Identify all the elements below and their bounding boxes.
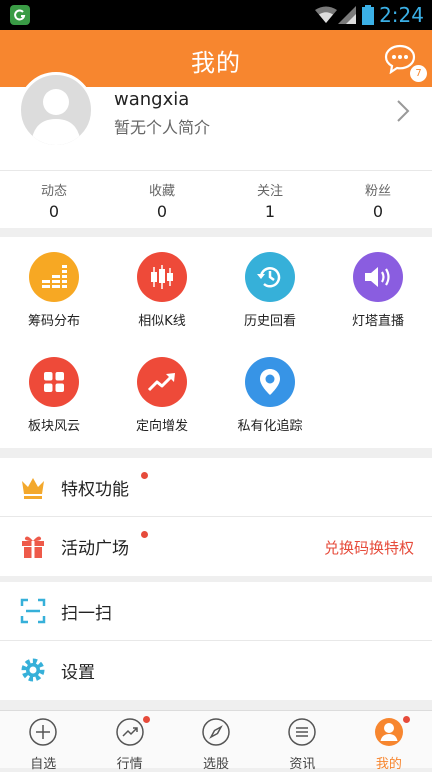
status-time: 2:24 xyxy=(379,3,424,27)
tool-label: 定向增发 xyxy=(135,419,188,434)
tab-mine[interactable]: 我的 xyxy=(346,711,432,772)
profile-bio: 暂无个人简介 xyxy=(114,118,211,137)
tool-label: 历史回看 xyxy=(243,314,296,329)
stat-following[interactable]: 关注 1 xyxy=(216,171,324,228)
menu-item-settings[interactable]: 设置 xyxy=(0,641,432,700)
notification-dot xyxy=(143,716,151,723)
menu-item-scan[interactable]: 扫一扫 xyxy=(0,582,432,641)
candlestick-icon xyxy=(137,252,187,302)
stat-value: 0 xyxy=(48,202,60,221)
tab-watchlist[interactable]: 自选 xyxy=(0,711,86,772)
notification-dot xyxy=(141,531,148,538)
stat-value: 0 xyxy=(156,202,168,221)
default-avatar-icon xyxy=(31,89,81,145)
tool-label: 相似K线 xyxy=(138,314,186,329)
bottom-tab-bar: 自选 行情 选股 资讯 我的 xyxy=(0,710,432,772)
stat-value: 1 xyxy=(264,202,276,221)
notification-dot xyxy=(141,472,148,479)
stat-posts[interactable]: 动态 0 xyxy=(0,171,108,228)
gift-icon xyxy=(22,536,44,558)
tab-stock-picker[interactable]: 选股 xyxy=(173,711,259,772)
tool-sector[interactable]: 板块风云 xyxy=(0,357,108,434)
stat-followers[interactable]: 粉丝 0 xyxy=(324,171,432,228)
history-icon xyxy=(245,252,295,302)
tool-label: 筹码分布 xyxy=(27,314,80,329)
tool-lighthouse-live[interactable]: 灯塔直播 xyxy=(324,252,432,329)
plus-circle-icon xyxy=(29,718,57,746)
chevron-right-icon xyxy=(397,100,410,122)
scan-icon xyxy=(20,598,46,624)
menu-item-label: 活动广场 xyxy=(61,539,129,559)
menu-item-label: 特权功能 xyxy=(61,480,129,500)
tool-label: 灯塔直播 xyxy=(351,314,404,329)
grid-blocks-icon xyxy=(29,357,79,407)
tab-label: 自选 xyxy=(30,757,57,772)
stat-label: 动态 xyxy=(40,184,67,199)
trend-icon xyxy=(115,718,144,746)
tab-label: 选股 xyxy=(203,757,230,772)
tab-news[interactable]: 资讯 xyxy=(259,711,345,772)
profile-card[interactable]: wangxia 暂无个人简介 xyxy=(0,72,432,170)
avatar[interactable] xyxy=(18,72,94,148)
chip-distribution-icon xyxy=(29,252,79,302)
tool-grid: 筹码分布 相似K线 历史回看 灯塔直播 板块风云 定向增发 私有化追踪 xyxy=(0,237,432,448)
tool-similar-kline[interactable]: 相似K线 xyxy=(108,252,216,329)
tool-chip-distribution[interactable]: 筹码分布 xyxy=(0,252,108,329)
news-list-icon xyxy=(288,718,317,746)
trend-up-icon xyxy=(137,357,187,407)
menu-item-label: 扫一扫 xyxy=(61,604,112,624)
speaker-icon xyxy=(353,252,403,302)
stat-label: 关注 xyxy=(256,184,283,199)
stat-value: 0 xyxy=(372,202,384,221)
menu-item-activity-plaza[interactable]: 活动广场 兑换码换特权 xyxy=(0,517,432,576)
tab-label: 资讯 xyxy=(289,757,316,772)
stat-label: 收藏 xyxy=(148,184,175,199)
stat-label: 粉丝 xyxy=(364,184,391,199)
menu-item-label: 设置 xyxy=(61,663,95,683)
app-notification-icon xyxy=(10,5,30,25)
menu-section-tools: 扫一扫 设置 xyxy=(0,582,432,700)
menu-item-privileges[interactable]: 特权功能 xyxy=(0,458,432,517)
tool-label: 板块风云 xyxy=(27,419,80,434)
crown-icon xyxy=(22,478,44,499)
tool-history[interactable]: 历史回看 xyxy=(216,252,324,329)
tool-label: 私有化追踪 xyxy=(237,419,303,434)
signal-icon xyxy=(338,6,356,24)
settings-gear-icon xyxy=(21,658,45,682)
profile-icon xyxy=(374,718,403,746)
profile-stats: 动态 0 收藏 0 关注 1 粉丝 0 xyxy=(0,170,432,228)
redeem-code-link[interactable]: 兑换码换特权 xyxy=(324,537,414,558)
message-count-badge: 7 xyxy=(410,65,427,82)
status-bar: 2:24 xyxy=(0,0,432,30)
battery-icon xyxy=(362,5,374,25)
menu-section-privileges: 特权功能 活动广场 兑换码换特权 xyxy=(0,458,432,576)
username: wangxia xyxy=(114,89,190,110)
tab-label: 我的 xyxy=(375,757,402,772)
compass-icon xyxy=(202,718,230,746)
notification-dot xyxy=(402,716,410,723)
wifi-icon xyxy=(315,6,337,23)
stat-favorites[interactable]: 收藏 0 xyxy=(108,171,216,228)
location-pin-icon xyxy=(245,357,295,407)
tool-privatization-tracking[interactable]: 私有化追踪 xyxy=(216,357,324,434)
tab-market[interactable]: 行情 xyxy=(86,711,172,772)
tab-label: 行情 xyxy=(116,757,143,772)
tool-private-placement[interactable]: 定向增发 xyxy=(108,357,216,434)
